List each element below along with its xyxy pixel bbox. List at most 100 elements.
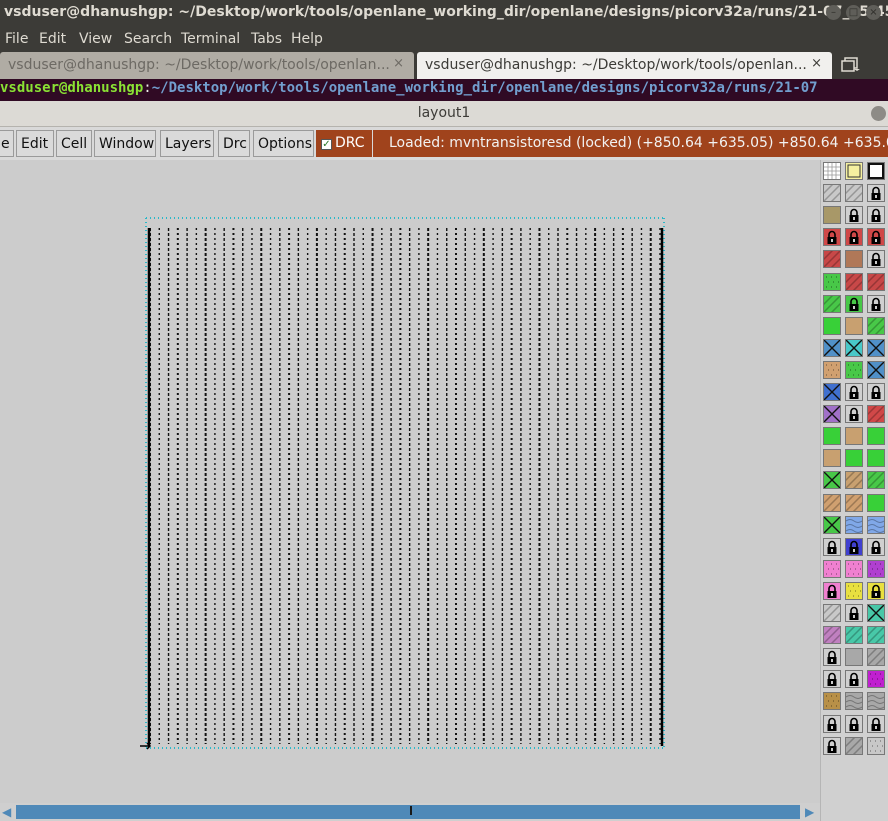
layer-swatch-cross[interactable] [823, 405, 841, 424]
menu-tabs[interactable]: Tabs [251, 31, 282, 47]
layer-swatch-solid[interactable] [823, 206, 841, 225]
layer-swatch-dots[interactable] [867, 670, 885, 689]
layer-swatch-grid[interactable] [823, 162, 841, 180]
layer-lock-icon[interactable] [867, 581, 885, 600]
layer-swatch-hatch[interactable] [819, 600, 845, 626]
layer-swatch-dots[interactable] [823, 272, 841, 291]
layer-swatch-cross[interactable] [823, 515, 841, 534]
layer-swatch-cross[interactable] [867, 338, 885, 357]
layer-swatch-hatch[interactable] [863, 268, 888, 295]
layer-swatch-hatch[interactable] [819, 180, 845, 206]
layer-lock-icon[interactable] [823, 537, 841, 556]
layer-swatch-cross[interactable] [867, 604, 885, 622]
scroll-left-icon[interactable]: ◀ [2, 806, 14, 818]
layer-swatch-solid[interactable] [845, 449, 863, 468]
layer-swatch-hatch[interactable] [863, 644, 888, 670]
layer-lock-icon[interactable] [867, 228, 885, 247]
tab-1[interactable]: vsduser@dhanushgp: ~/Desktop/work/tools/… [0, 52, 414, 79]
layer-swatch-hatch[interactable] [863, 622, 888, 648]
layer-swatch-hatch[interactable] [841, 733, 867, 759]
layer-swatch-solid[interactable] [845, 316, 863, 335]
layer-swatch-solid[interactable] [867, 449, 885, 468]
layer-lock-icon[interactable] [845, 714, 863, 733]
tab-2[interactable]: vsduser@dhanushgp: ~/Desktop/work/tools/… [417, 52, 832, 79]
close-button[interactable]: × [866, 5, 881, 20]
layer-swatch-hatch[interactable] [841, 622, 867, 648]
layer-lock-icon[interactable] [845, 294, 863, 313]
layer-lock-icon[interactable] [867, 294, 885, 313]
layer-swatch-hatch[interactable] [819, 489, 845, 516]
layer-swatch-cross[interactable] [823, 471, 841, 490]
layer-lock-icon[interactable] [823, 581, 841, 600]
menu-view[interactable]: View [79, 31, 112, 47]
scroll-track[interactable] [16, 805, 800, 819]
layer-lock-icon[interactable] [845, 670, 863, 689]
layer-swatch-wave[interactable] [845, 692, 863, 711]
layer-swatch-wave[interactable] [845, 515, 863, 534]
layer-swatch-dots[interactable] [845, 559, 863, 578]
layer-swatch-solid[interactable] [845, 250, 863, 269]
layer-swatch-dots[interactable] [823, 559, 841, 578]
layout-canvas[interactable] [0, 160, 820, 803]
tab-1-close-icon[interactable]: × [393, 56, 404, 71]
file-menu-button[interactable]: e [0, 130, 14, 157]
layer-swatch-hatch[interactable] [841, 467, 867, 493]
layer-lock-icon[interactable] [845, 604, 863, 622]
new-tab-icon[interactable] [840, 56, 862, 74]
layer-lock-icon[interactable] [823, 736, 841, 755]
layer-swatch-dots[interactable] [867, 736, 885, 755]
drc-toggle[interactable]: ✓ DRC [316, 130, 372, 157]
layer-lock-icon[interactable] [867, 537, 885, 556]
layer-swatch-wave[interactable] [867, 515, 885, 534]
layer-lock-icon[interactable] [845, 537, 863, 556]
maximize-button[interactable]: □ [846, 5, 861, 20]
layer-swatch-hatch[interactable] [819, 622, 845, 648]
layers-menu-button[interactable]: Layers [160, 130, 214, 157]
layout-drawing[interactable] [0, 160, 820, 803]
tab-2-close-icon[interactable]: × [811, 56, 822, 71]
layer-swatch-dots[interactable] [823, 692, 841, 711]
options-menu-button[interactable]: Options [253, 130, 314, 157]
layer-swatch-solid[interactable] [823, 427, 841, 446]
layer-lock-icon[interactable] [867, 184, 885, 203]
layer-lock-icon[interactable] [845, 206, 863, 225]
layer-swatch-solid[interactable] [845, 648, 863, 667]
layer-swatch-hatch[interactable] [841, 489, 867, 516]
layer-lock-icon[interactable] [867, 714, 885, 733]
menu-terminal[interactable]: Terminal [181, 31, 240, 47]
layer-lock-icon[interactable] [823, 648, 841, 667]
layer-swatch-dots[interactable] [845, 360, 863, 379]
layer-swatch-solid[interactable] [867, 493, 885, 512]
layer-swatch-cross[interactable] [823, 383, 841, 401]
layer-swatch-wave[interactable] [867, 692, 885, 711]
layer-swatch-box-outline[interactable] [845, 162, 863, 180]
scroll-thumb[interactable] [410, 806, 412, 815]
layer-lock-icon[interactable] [845, 228, 863, 247]
layer-lock-icon[interactable] [823, 670, 841, 689]
edit-menu-button[interactable]: Edit [16, 130, 54, 157]
horizontal-scrollbar[interactable]: ◀ ▶ [0, 803, 820, 821]
layer-lock-icon[interactable] [823, 714, 841, 733]
window-menu-button[interactable]: Window [94, 130, 156, 157]
cell-menu-button[interactable]: Cell [56, 130, 92, 157]
layer-lock-icon[interactable] [845, 405, 863, 424]
layer-swatch-hatch[interactable] [819, 246, 845, 272]
layer-lock-icon[interactable] [867, 206, 885, 225]
layer-swatch-dots[interactable] [845, 581, 863, 600]
layer-lock-icon[interactable] [823, 228, 841, 247]
layer-swatch-solid[interactable] [845, 427, 863, 446]
layer-swatch-hatch[interactable] [863, 313, 888, 339]
layer-lock-icon[interactable] [867, 383, 885, 401]
layer-swatch-solid[interactable] [867, 427, 885, 446]
layer-swatch-hatch[interactable] [863, 467, 888, 493]
scroll-right-icon[interactable]: ▶ [805, 806, 817, 818]
layer-swatch-cross[interactable] [867, 360, 885, 379]
layer-swatch-box[interactable] [867, 162, 885, 180]
layer-swatch-hatch[interactable] [863, 401, 888, 427]
menu-edit[interactable]: Edit [39, 31, 66, 47]
layer-swatch-solid[interactable] [823, 316, 841, 335]
layer-swatch-dots[interactable] [823, 360, 841, 379]
menu-help[interactable]: Help [291, 31, 323, 47]
layer-lock-icon[interactable] [845, 383, 863, 401]
menu-file[interactable]: File [5, 31, 28, 47]
